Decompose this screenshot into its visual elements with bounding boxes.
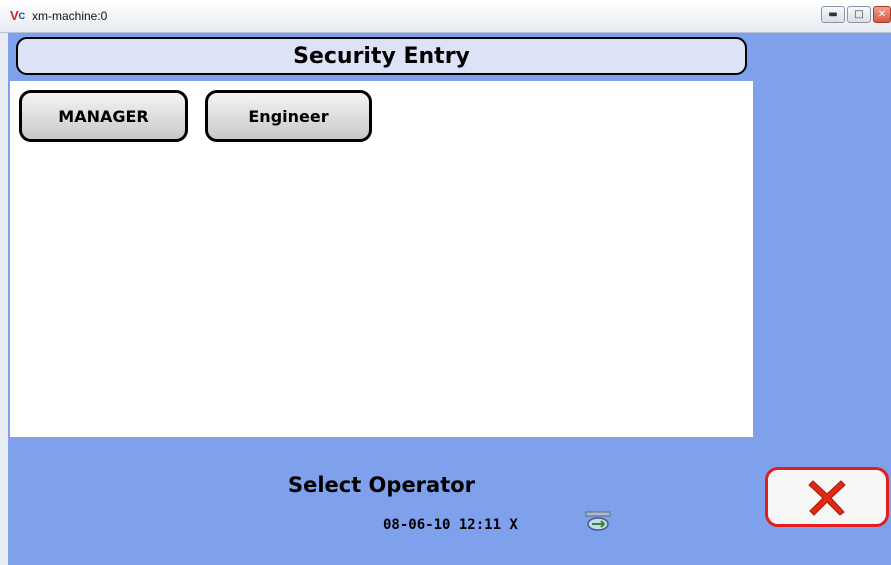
status-datetime: 08-06-10 12:11 X: [383, 517, 518, 533]
left-edge: [0, 33, 8, 565]
app-client-area: Security Entry MANAGER Engineer Select O…: [0, 33, 891, 565]
close-x-icon: [808, 480, 846, 516]
maximize-icon[interactable]: □: [847, 6, 871, 23]
cancel-button[interactable]: [765, 467, 889, 527]
minimize-icon[interactable]: ▬: [821, 6, 845, 23]
close-icon[interactable]: ✕: [873, 6, 891, 23]
network-icon[interactable]: [584, 511, 612, 533]
window-title: xm-machine:0: [32, 9, 108, 23]
operator-button-manager[interactable]: MANAGER: [19, 90, 188, 142]
window-title-bar[interactable]: VC xm-machine:0 ▬ □ ✕: [0, 0, 891, 33]
app-icon: VC: [10, 8, 26, 23]
select-operator-prompt: Select Operator: [287, 473, 476, 497]
window-controls: ▬ □ ✕: [821, 6, 891, 24]
operator-list-panel: MANAGER Engineer: [10, 81, 753, 437]
page-title: Security Entry: [16, 37, 747, 75]
operator-button-engineer[interactable]: Engineer: [205, 90, 372, 142]
page-title-text: Security Entry: [293, 43, 470, 69]
